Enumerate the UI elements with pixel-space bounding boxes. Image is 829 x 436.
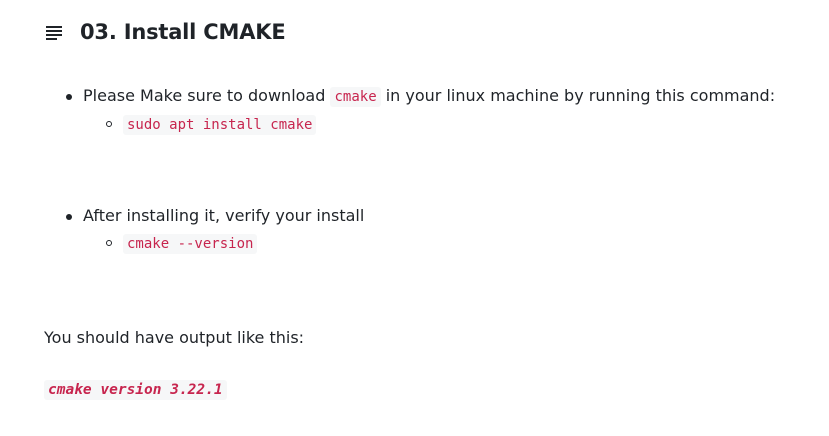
inline-code-cmake: cmake [330,87,381,107]
sub-list-item: sudo apt install cmake [66,112,775,137]
step-text-before: Please Make sure to download [83,86,331,105]
list-lines-icon [46,26,62,40]
section-title: 03. Install CMAKE [80,20,286,44]
output-intro: You should have output like this: [44,328,305,347]
output-code: cmake version 3.22.1 [44,380,227,400]
output-block: cmake version 3.22.1 [44,379,227,400]
step-install: Please Make sure to download cmake in yo… [66,83,775,137]
step-text-after: in your linux machine by running this co… [380,86,776,105]
sub-list-item: cmake --version [66,231,364,256]
install-command: sudo apt install cmake [123,115,317,135]
step-text: After installing it, verify your install [83,206,365,225]
step-verify: After installing it, verify your install… [66,203,364,256]
verify-command: cmake --version [123,234,258,254]
list-item: Please Make sure to download cmake in yo… [66,83,775,110]
list-item: After installing it, verify your install [66,203,364,229]
section-heading: 03. Install CMAKE [46,20,286,44]
